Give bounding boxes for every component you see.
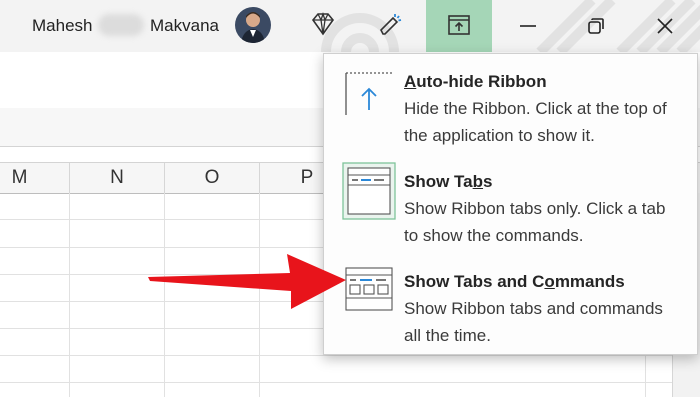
- ribbon-display-options-button[interactable]: [426, 0, 492, 52]
- ribbon-display-options-menu: Auto-hide Ribbon Hide the Ribbon. Click …: [323, 53, 698, 355]
- menu-item-description: Show Ribbon tabs only. Click a tab to sh…: [404, 199, 666, 245]
- title-bar: Mahesh Makvana: [0, 0, 700, 52]
- user-last-name: Makvana: [150, 16, 219, 35]
- menu-item-show-tabs[interactable]: Show Tabs Show Ribbon tabs only. Click a…: [324, 158, 697, 254]
- blurred-name: [98, 14, 144, 36]
- avatar[interactable]: [235, 7, 271, 43]
- menu-item-title: Show Tabs: [404, 172, 493, 191]
- restore-icon: [588, 18, 604, 34]
- show-tabs-icon: [342, 162, 396, 220]
- minimize-icon: [520, 25, 536, 27]
- column-gridline: [164, 193, 165, 397]
- ribbon-display-options-icon: [448, 15, 470, 35]
- column-header-o[interactable]: O: [165, 163, 260, 193]
- avatar-image: [235, 7, 271, 43]
- auto-hide-ribbon-icon: [345, 72, 392, 115]
- column-header-m[interactable]: M: [0, 163, 70, 193]
- menu-item-description: Hide the Ribbon. Click at the top of the…: [404, 99, 667, 145]
- show-tabs-commands-icon: [345, 267, 393, 311]
- user-first-name: Mahesh: [32, 16, 93, 35]
- column-header-n[interactable]: N: [70, 163, 165, 193]
- pen-sparkle-icon[interactable]: [377, 10, 405, 38]
- menu-item-auto-hide-ribbon[interactable]: Auto-hide Ribbon Hide the Ribbon. Click …: [324, 58, 697, 154]
- menu-item-show-tabs-and-commands[interactable]: Show Tabs and Commands Show Ribbon tabs …: [324, 258, 697, 354]
- close-icon: [657, 18, 673, 34]
- close-button[interactable]: [637, 0, 693, 52]
- restore-button[interactable]: [568, 0, 624, 52]
- menu-item-title: Auto-hide Ribbon: [404, 72, 547, 91]
- column-gridline: [69, 193, 70, 397]
- menu-item-title: Show Tabs and Commands: [404, 272, 625, 291]
- column-gridline: [259, 193, 260, 397]
- diamond-icon[interactable]: [309, 10, 337, 38]
- minimize-button[interactable]: [500, 0, 556, 52]
- menu-item-description: Show Ribbon tabs and commands all the ti…: [404, 299, 663, 345]
